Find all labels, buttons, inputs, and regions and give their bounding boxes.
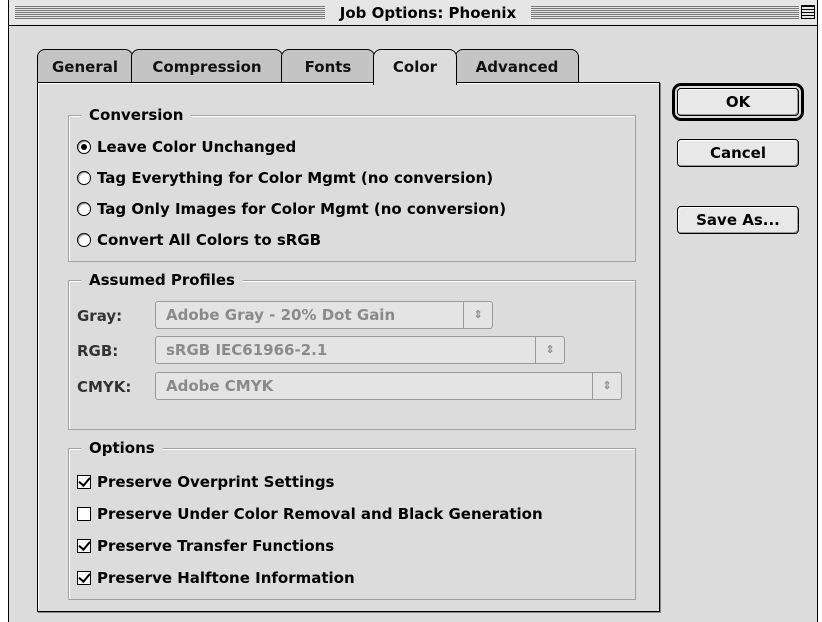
windowshade-icon[interactable] — [801, 5, 815, 19]
options-heading: Options — [81, 438, 163, 458]
title-bar-stripes — [15, 6, 325, 20]
color-tab-panel: Conversion Leave Color Unchanged Tag Eve… — [37, 82, 660, 612]
checkbox-label: Preserve Halftone Information — [97, 569, 355, 587]
cancel-button[interactable]: Cancel — [677, 139, 799, 167]
tab-fonts[interactable]: Fonts — [281, 49, 375, 83]
checkbox-preserve-transfer[interactable]: Preserve Transfer Functions — [77, 535, 334, 557]
checkbox-label: Preserve Overprint Settings — [97, 473, 335, 491]
radio-button[interactable] — [77, 233, 91, 247]
radio-convert-srgb[interactable]: Convert All Colors to sRGB — [77, 229, 321, 251]
cmyk-profile-popup[interactable]: Adobe CMYK ⇕ — [155, 372, 622, 400]
gray-profile-value: Adobe Gray - 20% Dot Gain — [166, 306, 396, 324]
title-bar[interactable]: Job Options: Phoenix — [9, 0, 817, 26]
checkbox-label: Preserve Transfer Functions — [97, 537, 335, 555]
radio-label: Leave Color Unchanged — [97, 138, 297, 156]
cmyk-profile-value: Adobe CMYK — [166, 377, 274, 395]
radio-button-selected[interactable] — [77, 140, 91, 154]
popup-arrows-icon: ⇕ — [535, 337, 564, 363]
checkbox-label: Preserve Under Color Removal and Black G… — [97, 505, 543, 523]
checkbox-unchecked[interactable] — [77, 507, 91, 521]
cmyk-label: CMYK: — [77, 378, 132, 396]
radio-leave-unchanged[interactable]: Leave Color Unchanged — [77, 136, 296, 158]
conversion-heading: Conversion — [81, 105, 192, 125]
tab-advanced[interactable]: Advanced — [455, 49, 579, 83]
ok-button[interactable]: OK — [672, 83, 804, 121]
job-options-window: Job Options: Phoenix General Compression… — [8, 0, 818, 622]
radio-label: Tag Everything for Color Mgmt (no conver… — [97, 169, 494, 187]
radio-tag-everything[interactable]: Tag Everything for Color Mgmt (no conver… — [77, 167, 493, 189]
title-bar-stripes — [531, 6, 799, 20]
tab-general[interactable]: General — [37, 49, 133, 83]
checkbox-preserve-overprint[interactable]: Preserve Overprint Settings — [77, 471, 335, 493]
tab-color[interactable]: Color — [373, 49, 457, 85]
assumed-profiles-group: Assumed Profiles Gray: Adobe Gray - 20% … — [68, 270, 636, 430]
checkbox-checked[interactable] — [77, 539, 91, 553]
rgb-label: RGB: — [77, 342, 119, 360]
gray-profile-popup[interactable]: Adobe Gray - 20% Dot Gain ⇕ — [155, 301, 493, 329]
popup-arrows-icon: ⇕ — [592, 373, 621, 399]
gray-label: Gray: — [77, 307, 123, 325]
options-group: Options Preserve Overprint Settings Pres… — [68, 438, 636, 600]
popup-arrows-icon: ⇕ — [463, 302, 492, 328]
tab-compression[interactable]: Compression — [131, 49, 283, 83]
checkbox-checked[interactable] — [77, 475, 91, 489]
save-as-button[interactable]: Save As... — [677, 206, 799, 234]
checkbox-preserve-ucr[interactable]: Preserve Under Color Removal and Black G… — [77, 503, 543, 525]
radio-label: Tag Only Images for Color Mgmt (no conve… — [97, 200, 507, 218]
rgb-profile-popup[interactable]: sRGB IEC61966-2.1 ⇕ — [155, 336, 565, 364]
checkbox-checked[interactable] — [77, 571, 91, 585]
radio-button[interactable] — [77, 171, 91, 185]
rgb-profile-value: sRGB IEC61966-2.1 — [166, 341, 328, 359]
conversion-group: Conversion Leave Color Unchanged Tag Eve… — [68, 105, 636, 262]
assumed-profiles-heading: Assumed Profiles — [81, 270, 243, 290]
window-title: Job Options: Phoenix — [325, 2, 531, 24]
checkbox-preserve-halftone[interactable]: Preserve Halftone Information — [77, 567, 355, 589]
radio-tag-images[interactable]: Tag Only Images for Color Mgmt (no conve… — [77, 198, 506, 220]
radio-label: Convert All Colors to sRGB — [97, 231, 322, 249]
radio-button[interactable] — [77, 202, 91, 216]
